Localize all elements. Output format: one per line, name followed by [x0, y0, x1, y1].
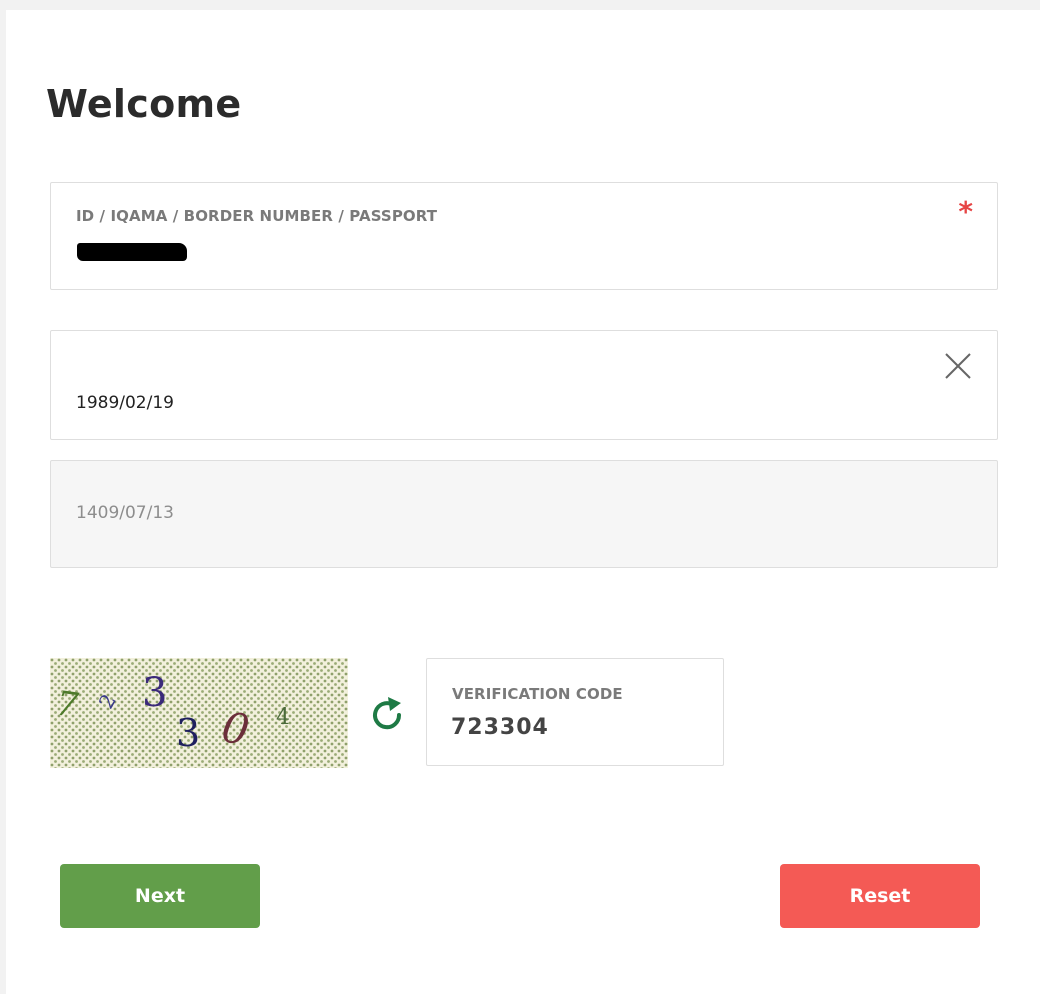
required-asterisk: * — [958, 195, 973, 228]
hijri-dob-value: 1409/07/13 — [76, 503, 174, 523]
verification-code-field[interactable]: VERIFICATION CODE — [426, 658, 724, 766]
redacted-id-value — [77, 243, 187, 261]
captcha-char: 4 — [276, 705, 290, 730]
refresh-icon[interactable] — [368, 696, 406, 734]
close-icon[interactable] — [943, 351, 973, 381]
captcha-char: 3 — [142, 670, 167, 716]
verification-code-input[interactable] — [451, 715, 701, 740]
hijri-dob-field: 1409/07/13 — [50, 460, 998, 568]
next-button[interactable]: Next — [60, 864, 260, 928]
captcha-char: 3 — [176, 711, 200, 755]
reset-button[interactable]: Reset — [780, 864, 980, 928]
gregorian-dob-value: 1989/02/19 — [76, 393, 174, 413]
verification-code-label: VERIFICATION CODE — [452, 685, 623, 703]
id-number-field[interactable]: ID / IQAMA / BORDER NUMBER / PASSPORT * — [50, 182, 998, 290]
page-title: Welcome — [46, 82, 242, 126]
id-number-label: ID / IQAMA / BORDER NUMBER / PASSPORT — [76, 207, 438, 225]
captcha-image: 7 2 3 3 0 4 — [50, 658, 348, 768]
gregorian-dob-field[interactable]: 1989/02/19 — [50, 330, 998, 440]
